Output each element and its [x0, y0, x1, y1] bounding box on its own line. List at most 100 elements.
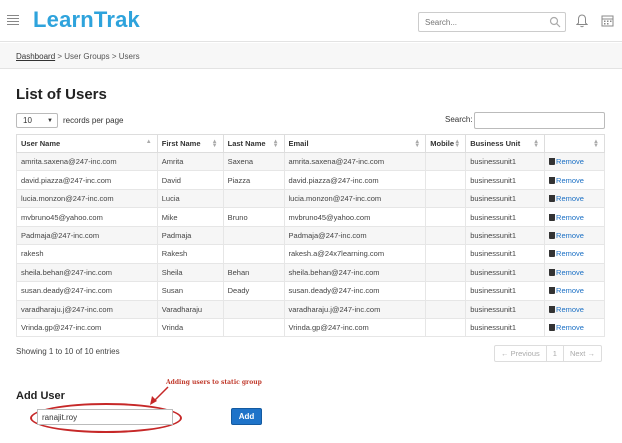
cell-email: susan.deady@247-inc.com — [283, 281, 427, 301]
table-search-label: Search: — [445, 115, 473, 124]
bell-icon[interactable] — [576, 14, 588, 28]
cell-mobile — [425, 225, 467, 246]
column-header-mobile[interactable]: Mobile ▲ ▼ — [425, 134, 467, 153]
calendar-icon[interactable] — [601, 14, 614, 27]
remove-link[interactable]: Remove — [549, 286, 584, 295]
cell-action: Remove — [544, 299, 605, 319]
breadcrumb-user-groups[interactable]: User Groups — [64, 52, 109, 61]
add-user-input[interactable] — [37, 409, 173, 425]
column-header-business-unit[interactable]: Business Unit ▲ ▼ — [465, 134, 546, 153]
table-row: mvbruno45@yahoo.com Mike Bruno mvbruno45… — [16, 207, 605, 227]
remove-label: Remove — [556, 286, 584, 296]
cell-first-name: Mike — [156, 207, 224, 227]
cell-mobile — [425, 188, 467, 209]
remove-link[interactable]: Remove — [549, 305, 584, 314]
cell-email: mvbruno45@yahoo.com — [283, 207, 427, 227]
cell-last-name: Behan — [222, 262, 285, 283]
column-header-label: First Name — [161, 139, 201, 148]
cell-email: rakesh.a@24x7learning.com — [283, 244, 427, 264]
column-header-last-name[interactable]: Last Name ▲ ▼ — [222, 134, 285, 153]
table-header-row: User Name ▲ First Name ▲ ▼ Last Name ▲ ▼ Emai… — [16, 134, 605, 153]
column-header-first-name[interactable]: First Name ▲ ▼ — [156, 134, 224, 153]
remove-label: Remove — [556, 212, 584, 222]
trash-icon — [549, 305, 556, 313]
cell-username: susan.deady@247-inc.com — [16, 281, 158, 301]
cell-business-unit: businessunit1 — [465, 281, 546, 301]
cell-action: Remove — [544, 188, 605, 209]
cell-mobile — [425, 207, 467, 227]
cell-last-name: Saxena — [222, 151, 285, 172]
add-user-button[interactable]: Add — [231, 408, 262, 425]
sort-icon: ▲ ▼ — [593, 139, 599, 149]
sort-icon: ▲ — [145, 139, 152, 145]
records-per-page-label: records per page — [63, 116, 124, 125]
column-header-label: Last Name — [227, 139, 266, 148]
table-search-input[interactable] — [474, 112, 605, 129]
caret-down-icon: ▼ — [47, 117, 53, 124]
column-header-username[interactable]: User Name ▲ — [16, 134, 158, 153]
menu-icon[interactable] — [7, 15, 19, 27]
cell-last-name: Deady — [222, 281, 285, 301]
cell-last-name: Bruno — [222, 207, 285, 227]
breadcrumb-dashboard-link[interactable]: Dashboard — [16, 52, 55, 61]
remove-link[interactable]: Remove — [549, 157, 584, 166]
cell-last-name — [222, 299, 285, 319]
sort-icon: ▲ ▼ — [414, 139, 421, 149]
column-header-email[interactable]: Email ▲ ▼ — [283, 134, 427, 153]
remove-link[interactable]: Remove — [549, 268, 584, 277]
cell-mobile — [425, 151, 467, 172]
trash-icon — [549, 324, 556, 332]
next-page-button[interactable]: Next → — [564, 346, 601, 361]
remove-link[interactable]: Remove — [549, 231, 584, 240]
cell-email: david.piazza@247-inc.com — [283, 170, 427, 190]
trash-icon — [549, 158, 556, 166]
cell-mobile — [425, 299, 467, 319]
cell-username: Padmaja@247-inc.com — [16, 225, 158, 246]
page-number-button[interactable]: 1 — [547, 346, 564, 361]
cell-business-unit: businessunit1 — [465, 244, 546, 264]
remove-label: Remove — [556, 323, 584, 333]
cell-action: Remove — [544, 170, 605, 190]
header-search-input[interactable] — [419, 13, 539, 31]
cell-action: Remove — [544, 281, 605, 301]
cell-username: rakesh — [16, 244, 158, 264]
column-header-actions[interactable]: ▲ ▼ — [544, 134, 605, 153]
cell-business-unit: businessunit1 — [465, 262, 546, 283]
remove-link[interactable]: Remove — [549, 194, 584, 203]
cell-email: sheila.behan@247-inc.com — [283, 262, 427, 283]
trash-icon — [549, 268, 556, 276]
table-row: lucia.monzon@247-inc.com Lucia lucia.mon… — [16, 188, 605, 209]
cell-action: Remove — [544, 225, 605, 246]
header-search[interactable] — [418, 12, 566, 32]
pagination: ← Previous 1 Next → — [494, 345, 602, 362]
remove-label: Remove — [556, 230, 584, 240]
cell-action: Remove — [544, 151, 605, 172]
app-logo[interactable]: LearnTrak — [33, 7, 140, 33]
cell-username: david.piazza@247-inc.com — [16, 170, 158, 190]
breadcrumb-bar: Dashboard > User Groups > Users — [0, 43, 622, 69]
cell-username: amrita.saxena@247-inc.com — [16, 151, 158, 172]
remove-link[interactable]: Remove — [549, 176, 584, 185]
remove-link[interactable]: Remove — [549, 323, 584, 332]
remove-link[interactable]: Remove — [549, 213, 584, 222]
column-header-label: Business Unit — [470, 139, 521, 148]
sort-icon: ▲ ▼ — [211, 139, 218, 149]
remove-label: Remove — [556, 304, 584, 314]
cell-first-name: Amrita — [156, 151, 224, 172]
previous-page-button[interactable]: ← Previous — [495, 346, 547, 361]
cell-username: Vrinda.gp@247-inc.com — [16, 317, 158, 338]
cell-mobile — [425, 170, 467, 190]
cell-last-name: Piazza — [222, 170, 285, 190]
cell-email: Padmaja@247-inc.com — [283, 225, 427, 246]
page-length-select[interactable]: 10 ▼ — [16, 113, 58, 128]
cell-mobile — [425, 317, 467, 338]
table-row: Padmaja@247-inc.com Padmaja Padmaja@247-… — [16, 225, 605, 246]
remove-label: Remove — [556, 249, 584, 259]
search-icon[interactable] — [549, 16, 561, 28]
table-row: amrita.saxena@247-inc.com Amrita Saxena … — [16, 151, 605, 172]
cell-username: varadharaju.j@247-inc.com — [16, 299, 158, 319]
cell-action: Remove — [544, 317, 605, 338]
cell-business-unit: businessunit1 — [465, 151, 546, 172]
remove-link[interactable]: Remove — [549, 249, 584, 258]
remove-label: Remove — [556, 194, 584, 204]
